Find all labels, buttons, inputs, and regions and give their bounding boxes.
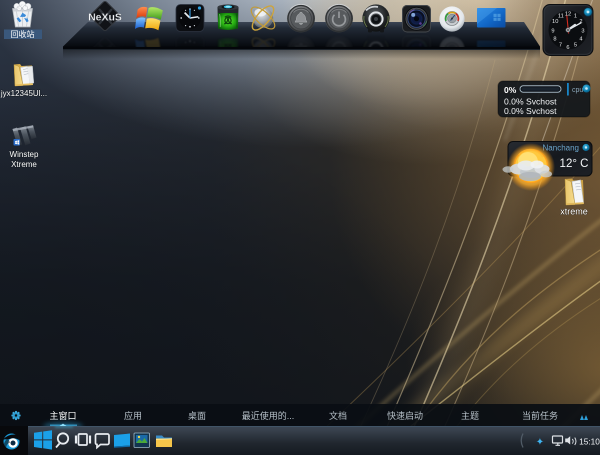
svg-text:4: 4 [579, 37, 582, 43]
svg-text:✦: ✦ [536, 437, 544, 448]
svg-text:10: 10 [552, 19, 558, 25]
svg-text:当前任务: 当前任务 [522, 410, 558, 421]
svg-text:回收站: 回收站 [11, 29, 35, 39]
svg-text:Xtreme: Xtreme [11, 160, 37, 169]
svg-text:主题: 主题 [461, 410, 479, 421]
svg-text:6: 6 [566, 45, 569, 51]
svg-text:5: 5 [574, 43, 577, 49]
svg-text:xtreme: xtreme [560, 207, 588, 217]
svg-text:桌面: 桌面 [188, 410, 206, 421]
svg-text:12: 12 [565, 11, 571, 17]
svg-text:8: 8 [553, 37, 556, 43]
svg-text:文档: 文档 [329, 410, 347, 421]
svg-text:NeXuS: NeXuS [88, 12, 122, 24]
svg-text:1: 1 [574, 13, 577, 19]
svg-text:主窗口: 主窗口 [49, 410, 76, 421]
svg-text:3: 3 [581, 28, 584, 34]
svg-text:cpu: cpu [572, 87, 583, 94]
svg-text:12° C: 12° C [560, 158, 589, 170]
svg-text:快速启动: 快速启动 [387, 410, 423, 421]
svg-text:0.0% Svchost: 0.0% Svchost [504, 106, 557, 116]
svg-text:jyx12345Ul...: jyx12345Ul... [0, 89, 47, 98]
svg-text:应用: 应用 [124, 410, 142, 421]
svg-text:7: 7 [559, 43, 562, 49]
svg-text:Winstep: Winstep [10, 150, 39, 159]
svg-text:0%: 0% [504, 85, 517, 95]
svg-text:0.0% Svchost: 0.0% Svchost [504, 97, 557, 107]
svg-text:最近使用的...: 最近使用的... [242, 410, 295, 421]
svg-text:11: 11 [558, 13, 564, 19]
svg-text:9: 9 [551, 28, 554, 34]
svg-text:15:10: 15:10 [579, 436, 600, 446]
